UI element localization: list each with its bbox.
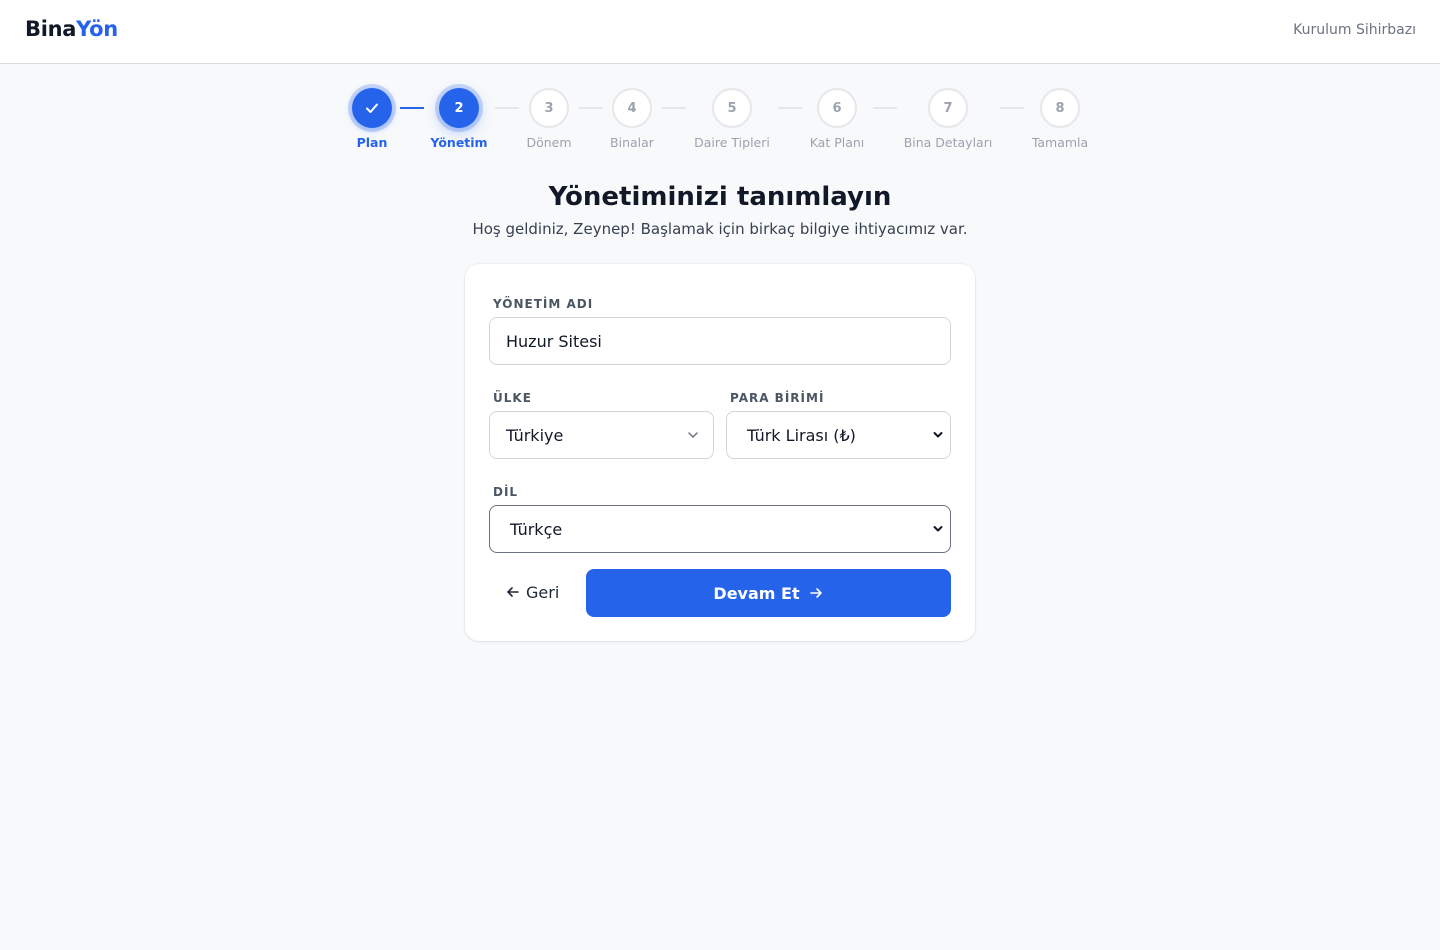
page-title: Yönetiminizi tanımlayın — [548, 182, 892, 212]
country-select[interactable]: Türkiye — [489, 411, 714, 459]
management-name-input[interactable]: Huzur Sitesi — [489, 317, 951, 365]
step-label-kat-plani: Kat Planı — [809, 135, 865, 150]
step-circle-tamamla: 8 — [1040, 88, 1080, 128]
step-binalar[interactable]: 4 Binalar — [577, 88, 687, 150]
chevron-down-icon — [688, 432, 698, 438]
management-name-value: Huzur Sitesi — [506, 331, 602, 351]
management-name-label: YÖNETİM ADI — [493, 297, 594, 311]
step-label-tamamla: Tamamla — [1031, 135, 1089, 150]
wizard-label: Kurulum Sihirbazı — [1293, 22, 1416, 38]
arrow-right-icon — [809, 588, 822, 598]
step-circle-daire-tipleri: 5 — [712, 88, 752, 128]
back-button[interactable]: Geri — [505, 578, 559, 606]
country-value: Türkiye — [506, 425, 564, 445]
arrow-left-icon — [507, 587, 519, 597]
chevron-down-icon — [933, 526, 943, 532]
step-bina-detaylari[interactable]: 7 Bina Detayları — [893, 88, 1003, 150]
step-circle-bina-detaylari: 7 — [928, 88, 968, 128]
currency-select[interactable]: Türk Lirası (₺) — [726, 411, 951, 459]
top-bar: BinaYön Kurulum Sihirbazı — [0, 0, 1440, 64]
step-circle-donem: 3 — [529, 88, 569, 128]
country-label: ÜLKE — [493, 391, 532, 405]
step-label-daire-tipleri: Daire Tipleri — [694, 135, 770, 150]
step-label-bina-detaylari: Bina Detayları — [903, 135, 993, 150]
back-button-label: Geri — [526, 582, 560, 602]
currency-label: PARA BİRİMİ — [730, 391, 825, 405]
language-label: DİL — [493, 485, 519, 499]
step-circle-binalar: 4 — [612, 88, 652, 128]
currency-value: Türk Lirası (₺) — [747, 425, 856, 445]
step-daire-tipleri[interactable]: 5 Daire Tipleri — [677, 88, 787, 150]
logo-text-yon: Yön — [76, 17, 118, 41]
step-circle-yonetim: 2 — [439, 88, 479, 128]
step-tamamla[interactable]: 8 Tamamla — [1005, 88, 1115, 150]
page-subtitle: Hoş geldiniz, Zeynep! Başlamak için birk… — [472, 220, 968, 238]
brand-logo[interactable]: BinaYön — [25, 17, 118, 41]
check-icon — [366, 103, 378, 113]
continue-button-label: Devam Et — [713, 583, 800, 603]
language-select[interactable]: Türkçe — [489, 505, 951, 553]
step-label-binalar: Binalar — [610, 135, 654, 150]
chevron-down-icon — [933, 432, 943, 438]
step-circle-kat-plani: 6 — [817, 88, 857, 128]
language-value: Türkçe — [510, 519, 563, 539]
step-kat-plani[interactable]: 6 Kat Planı — [782, 88, 892, 150]
step-circle-plan — [352, 88, 392, 128]
logo-text-bina: Bina — [25, 17, 77, 41]
continue-button[interactable]: Devam Et — [586, 569, 951, 617]
